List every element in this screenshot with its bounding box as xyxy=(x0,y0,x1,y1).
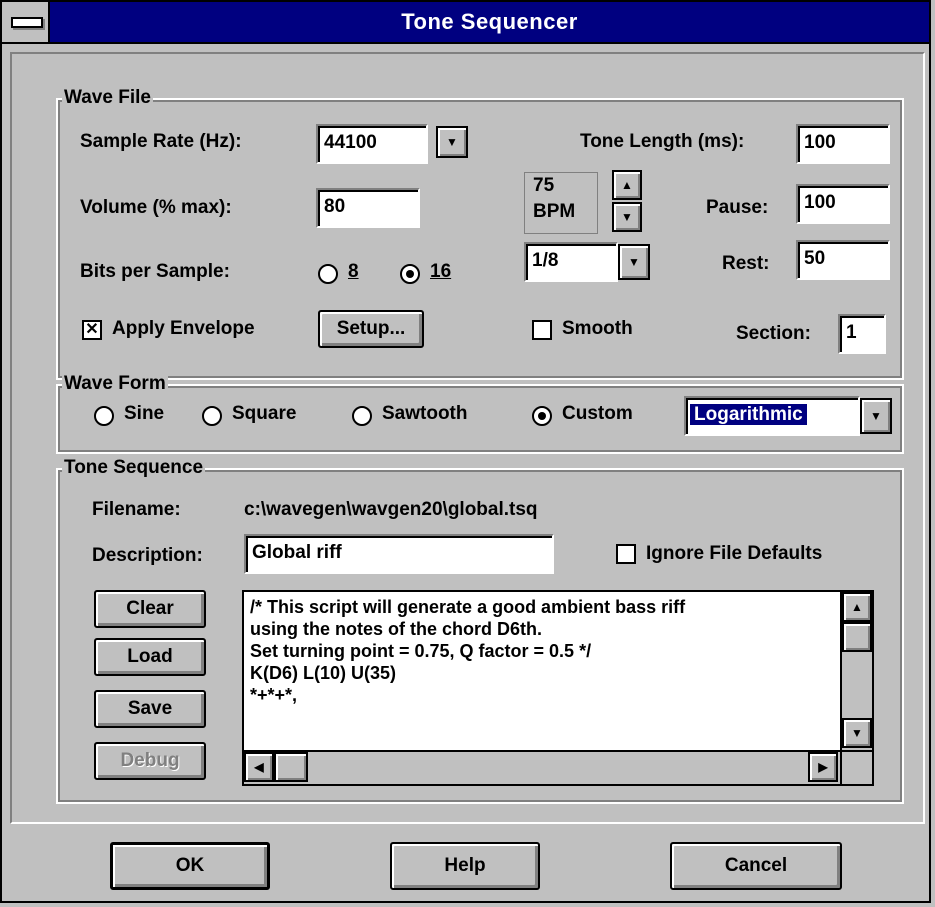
sine-radio[interactable] xyxy=(94,406,114,426)
bits-16-radio[interactable] xyxy=(400,264,420,284)
description-label: Description: xyxy=(92,545,203,566)
pause-label: Pause: xyxy=(706,197,769,218)
debug-button-label: Debug xyxy=(120,750,180,771)
square-radio[interactable] xyxy=(202,406,222,426)
apply-envelope-checkbox[interactable]: ✕ xyxy=(82,320,102,340)
rest-label: Rest: xyxy=(722,253,770,274)
script-line: *+*+*, xyxy=(250,685,298,705)
window-title: Tone Sequencer xyxy=(401,9,578,34)
script-line: using the notes of the chord D6th. xyxy=(250,619,542,639)
tone-sequence-legend: Tone Sequence xyxy=(62,456,206,480)
note-value-dropdown-button[interactable]: ▼ xyxy=(618,244,650,280)
bpm-down-button[interactable]: ▼ xyxy=(612,202,642,232)
save-button[interactable]: Save xyxy=(94,690,206,728)
script-line: /* This script will generate a good ambi… xyxy=(250,597,686,617)
custom-label[interactable]: Custom xyxy=(562,402,633,426)
rest-input[interactable]: 50 xyxy=(796,240,890,280)
help-button-label: Help xyxy=(444,855,486,876)
volume-label: Volume (% max): xyxy=(80,197,232,218)
volume-input[interactable]: 80 xyxy=(316,188,420,228)
arrow-down-icon: ▼ xyxy=(851,726,863,740)
arrow-right-icon: ▶ xyxy=(818,760,828,774)
description-input[interactable]: Global riff xyxy=(244,534,554,574)
sawtooth-radio[interactable] xyxy=(352,406,372,426)
help-button[interactable]: Help xyxy=(390,842,540,890)
bpm-display: 75 BPM xyxy=(524,172,598,234)
arrow-down-icon: ▼ xyxy=(870,409,882,423)
vertical-scrollbar[interactable]: ▲ ▼ xyxy=(840,592,872,750)
dialog-body: Wave File Sample Rate (Hz): 44100 ▼ Tone… xyxy=(10,52,925,824)
sample-rate-dropdown-button[interactable]: ▼ xyxy=(436,126,468,158)
sine-label[interactable]: Sine xyxy=(124,402,164,426)
custom-radio[interactable] xyxy=(532,406,552,426)
square-label[interactable]: Square xyxy=(232,402,296,426)
custom-waveform-combo[interactable]: Logarithmic xyxy=(684,396,860,436)
custom-waveform-dropdown-button[interactable]: ▼ xyxy=(860,398,892,434)
scroll-up-button[interactable]: ▲ xyxy=(842,592,872,622)
script-line: K(D6) L(10) U(35) xyxy=(250,663,397,683)
bpm-value: 75 xyxy=(533,175,555,196)
ok-button[interactable]: OK xyxy=(110,842,270,890)
arrow-left-icon: ◀ xyxy=(254,760,264,774)
cancel-button-label: Cancel xyxy=(724,855,788,876)
setup-button-label: Setup... xyxy=(336,318,406,339)
ignore-file-defaults-label[interactable]: Ignore File Defaults xyxy=(646,542,822,566)
wave-file-legend: Wave File xyxy=(62,86,153,110)
scrollbar-corner xyxy=(840,750,872,784)
sawtooth-label[interactable]: Sawtooth xyxy=(382,402,468,426)
clear-button-label: Clear xyxy=(126,598,174,619)
bits-16-label[interactable]: 16 xyxy=(430,260,451,284)
filename-value: c:\wavegen\wavgen20\global.tsq xyxy=(244,499,538,520)
arrow-up-icon: ▲ xyxy=(621,178,633,192)
custom-waveform-value: Logarithmic xyxy=(690,404,807,425)
sample-rate-input[interactable]: 44100 xyxy=(316,124,428,164)
load-button[interactable]: Load xyxy=(94,638,206,676)
load-button-label: Load xyxy=(127,646,173,667)
tone-length-label: Tone Length (ms): xyxy=(580,131,745,152)
bits-8-radio[interactable] xyxy=(318,264,338,284)
bpm-up-button[interactable]: ▲ xyxy=(612,170,642,200)
apply-envelope-label[interactable]: Apply Envelope xyxy=(112,317,255,341)
wave-form-legend: Wave Form xyxy=(62,372,168,396)
note-value-combo[interactable]: 1/8 xyxy=(524,242,618,282)
script-textarea[interactable]: /* This script will generate a good ambi… xyxy=(242,590,874,786)
horizontal-scrollbar[interactable]: ◀ ▶ xyxy=(244,750,840,784)
filename-label: Filename: xyxy=(92,499,181,520)
script-line: Set turning point = 0.75, Q factor = 0.5… xyxy=(250,641,592,661)
ignore-file-defaults-checkbox[interactable] xyxy=(616,544,636,564)
bpm-unit: BPM xyxy=(533,201,576,222)
tone-length-input[interactable]: 100 xyxy=(796,124,890,164)
ok-button-label: OK xyxy=(175,855,205,876)
scroll-left-button[interactable]: ◀ xyxy=(244,752,274,782)
arrow-down-icon: ▼ xyxy=(446,135,458,149)
smooth-checkbox[interactable] xyxy=(532,320,552,340)
script-text[interactable]: /* This script will generate a good ambi… xyxy=(250,596,840,706)
arrow-down-icon: ▼ xyxy=(628,255,640,269)
vertical-scroll-thumb[interactable] xyxy=(842,622,872,652)
tone-sequencer-dialog: Tone Sequencer Wave File Sample Rate (Hz… xyxy=(0,0,931,903)
debug-button: Debug xyxy=(94,742,206,780)
sample-rate-label: Sample Rate (Hz): xyxy=(80,131,242,152)
section-label: Section: xyxy=(736,323,811,344)
scroll-right-button[interactable]: ▶ xyxy=(808,752,838,782)
pause-input[interactable]: 100 xyxy=(796,184,890,224)
smooth-label[interactable]: Smooth xyxy=(562,317,633,341)
title-bar: Tone Sequencer xyxy=(2,2,929,44)
setup-button[interactable]: Setup... xyxy=(318,310,424,348)
bits-per-sample-label: Bits per Sample: xyxy=(80,261,230,282)
save-button-label: Save xyxy=(127,698,173,719)
cancel-button[interactable]: Cancel xyxy=(670,842,842,890)
section-input[interactable]: 1 xyxy=(838,314,886,354)
horizontal-scroll-thumb[interactable] xyxy=(274,752,308,782)
arrow-down-icon: ▼ xyxy=(621,210,633,224)
system-menu-icon[interactable] xyxy=(2,2,50,42)
arrow-up-icon: ▲ xyxy=(851,600,863,614)
scroll-down-button[interactable]: ▼ xyxy=(842,718,872,748)
clear-button[interactable]: Clear xyxy=(94,590,206,628)
bits-8-label[interactable]: 8 xyxy=(348,260,359,284)
